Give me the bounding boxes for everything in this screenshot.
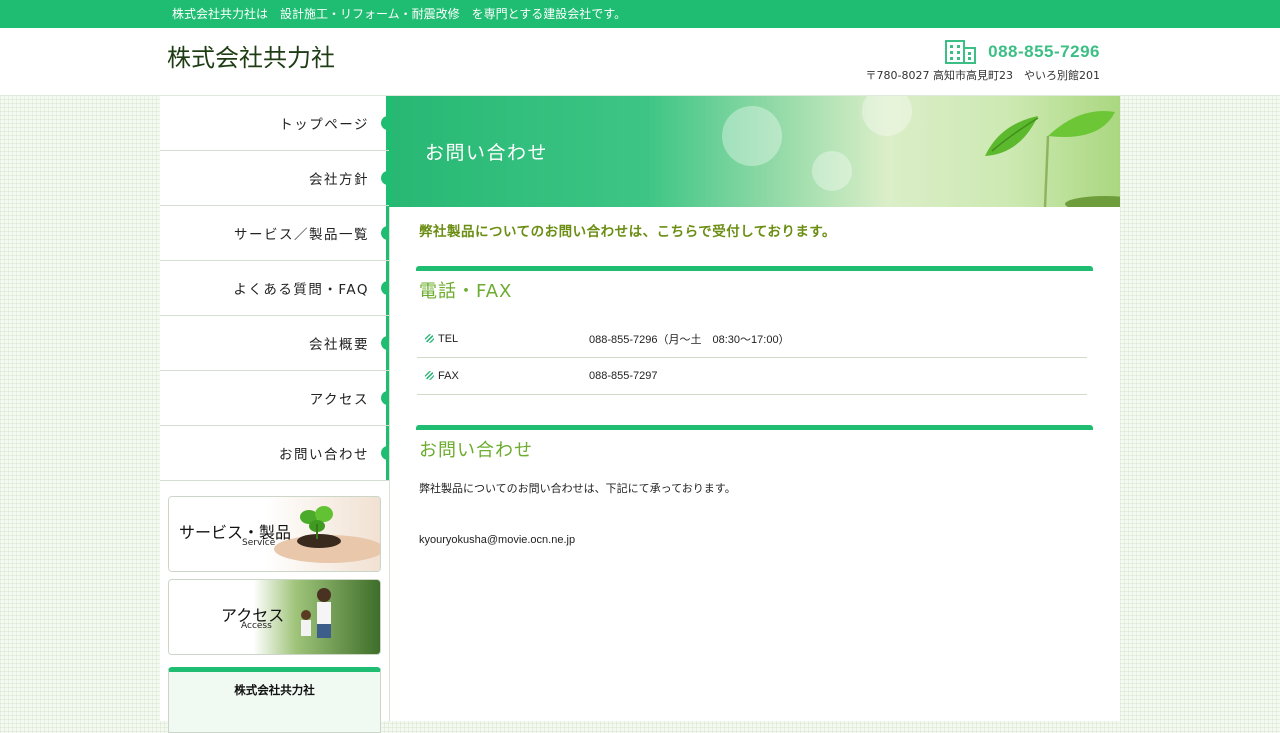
nav-marker-icon <box>381 391 388 405</box>
table-cell-label: TEL <box>417 321 589 358</box>
sidebar-item-services[interactable]: サービス／製品一覧 <box>160 206 389 261</box>
header-phone-number: 088-855-7296 <box>988 42 1100 61</box>
fax-label: FAX <box>438 370 459 382</box>
top-info-text: 株式会社共力社は 設計施工・リフォーム・耐震改修 を専門とする建設会社です。 <box>172 7 627 21</box>
table-row: TEL 088-855-7296（月～土 08:30～17:00） <box>417 321 1087 358</box>
table-cell-label: FAX <box>417 357 589 395</box>
page-hero: お問い合わせ <box>389 96 1120 207</box>
inquiry-description: 弊社製品についてのお問い合わせは、下記にて承っております。 <box>419 483 736 495</box>
building-icon <box>945 40 977 64</box>
nav-marker-icon <box>381 336 388 350</box>
sidebar-item-label: お問い合わせ <box>279 447 369 463</box>
sidebar: トップページ 会社方針 サービス／製品一覧 よくある質問・FAQ 会社概要 アク… <box>160 96 390 733</box>
service-banner-sub: Service <box>242 538 276 548</box>
top-info-bar: 株式会社共力社は 設計施工・リフォーム・耐震改修 を専門とする建設会社です。 <box>0 0 1280 28</box>
page-container: トップページ 会社方針 サービス／製品一覧 よくある質問・FAQ 会社概要 アク… <box>160 96 1120 733</box>
sidebar-item-faq[interactable]: よくある質問・FAQ <box>160 261 389 316</box>
main-content: お問い合わせ 弊社製品についてのお問い合わせは、こちらで受付しております。 電話… <box>389 96 1120 546</box>
sidebar-item-label: アクセス <box>309 392 369 408</box>
section-title-phone-fax: 電話・FAX <box>419 281 513 302</box>
nav-marker-icon <box>381 116 388 130</box>
section-divider <box>416 425 1093 430</box>
page-title: お問い合わせ <box>425 142 549 164</box>
sidebar-item-policy[interactable]: 会社方針 <box>160 151 389 206</box>
bullet-icon <box>425 371 434 380</box>
contact-table: TEL 088-855-7296（月～土 08:30～17:00） FAX 08… <box>417 321 1087 395</box>
sidebar-item-company[interactable]: 会社概要 <box>160 316 389 371</box>
nav-marker-icon <box>381 446 388 460</box>
header-address: 〒780-8027 高知市高見町23 やいろ別館201 <box>865 69 1100 82</box>
site-header: 株式会社共力社 088-855-7296 〒780-8027 高知市高見町23 … <box>0 28 1280 96</box>
fax-value: 088-855-7297 <box>589 357 1087 395</box>
access-banner[interactable]: アクセス Access <box>168 579 381 655</box>
sidebar-item-label: 会社方針 <box>309 172 369 188</box>
sidebar-item-label: よくある質問・FAQ <box>233 282 369 298</box>
nav-marker-icon <box>381 171 388 185</box>
sidebar-item-label: サービス／製品一覧 <box>234 227 369 243</box>
sidebar-item-access[interactable]: アクセス <box>160 371 389 426</box>
sidebar-item-label: 会社概要 <box>309 337 369 353</box>
contact-email-link[interactable]: kyouryokusha@movie.ocn.ne.jp <box>419 534 1120 546</box>
bullet-icon <box>425 334 434 343</box>
nav-marker-icon <box>381 281 388 295</box>
sidebar-item-label: トップページ <box>279 117 369 133</box>
nav-marker-icon <box>381 226 388 240</box>
lead-text: 弊社製品についてのお問い合わせは、こちらで受付しております。 <box>419 224 837 240</box>
sidebar-item-top[interactable]: トップページ <box>160 96 389 151</box>
site-logo[interactable]: 株式会社共力社 <box>167 38 335 73</box>
section-title-inquiry: お問い合わせ <box>419 440 533 461</box>
sprout-leaf-image <box>985 111 1120 207</box>
section-divider <box>416 266 1093 271</box>
company-info-name: 株式会社共力社 <box>234 683 315 697</box>
table-row: FAX 088-855-7297 <box>417 357 1087 395</box>
service-banner[interactable]: サービス・製品 Service <box>168 496 381 572</box>
tel-label: TEL <box>438 333 459 345</box>
company-info-box: 株式会社共力社 <box>168 667 381 733</box>
tel-value: 088-855-7296（月～土 08:30～17:00） <box>589 321 1087 358</box>
access-banner-sub: Access <box>241 621 272 631</box>
phone-block: 088-855-7296 <box>945 40 1100 64</box>
sidebar-item-contact[interactable]: お問い合わせ <box>160 426 389 481</box>
